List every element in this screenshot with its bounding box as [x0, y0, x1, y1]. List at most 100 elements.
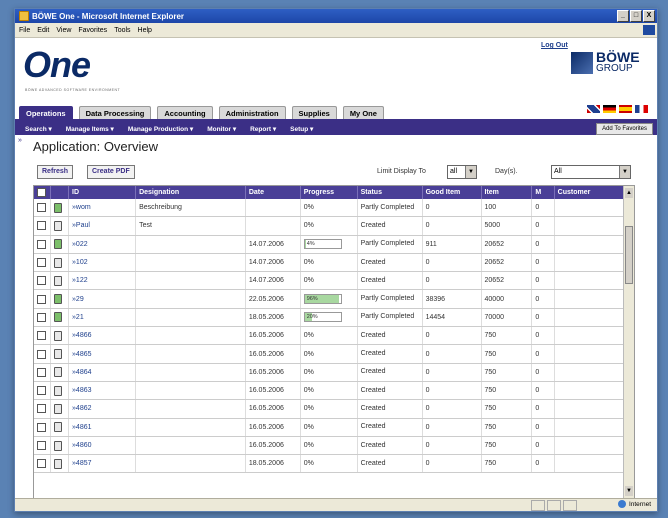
- trash-icon[interactable]: [53, 422, 62, 433]
- row-checkbox[interactable]: [37, 441, 46, 450]
- progress-header[interactable]: Progress: [300, 186, 358, 199]
- trash-icon[interactable]: [53, 458, 62, 469]
- row-select-cell[interactable]: [34, 436, 51, 456]
- row-checkbox[interactable]: [37, 203, 46, 213]
- trash-icon[interactable]: [53, 220, 62, 231]
- good-item-header[interactable]: Good Item: [422, 186, 482, 199]
- row-select-cell[interactable]: [34, 363, 51, 382]
- menu-file[interactable]: File: [19, 27, 30, 34]
- row-checkbox[interactable]: [37, 459, 46, 469]
- table-row[interactable]: »4857 18.05.2006 0% Created 0 750 0: [34, 454, 634, 474]
- table-row[interactable]: »4862 16.05.2006 0% Created 0 750 0: [34, 399, 634, 419]
- row-select-cell[interactable]: [34, 344, 51, 364]
- table-row[interactable]: »4860 16.05.2006 0% Created 0 750 0: [34, 436, 634, 456]
- tab-administration[interactable]: Administration: [218, 106, 286, 119]
- select-all-header[interactable]: ✓: [34, 186, 51, 199]
- logout-link[interactable]: Log Out: [541, 42, 568, 49]
- trash-icon[interactable]: [53, 330, 62, 341]
- id-cell[interactable]: »4865: [68, 344, 137, 364]
- subnav-manage-production[interactable]: Manage Production ▾: [128, 125, 193, 133]
- menu-favorites[interactable]: Favorites: [78, 27, 107, 34]
- row-select-cell[interactable]: [34, 253, 51, 273]
- table-row[interactable]: »29 22.05.2006 96% Partly Completed 38396 400…: [34, 289, 634, 309]
- row-checkbox[interactable]: [37, 239, 46, 249]
- table-row[interactable]: »4866 16.05.2006 0% Created 0 750 0: [34, 326, 634, 346]
- trash-icon[interactable]: [53, 239, 62, 250]
- trash-icon[interactable]: [53, 403, 62, 414]
- row-select-cell[interactable]: [34, 216, 51, 236]
- scroll-up-icon[interactable]: ▲: [625, 188, 633, 198]
- refresh-button[interactable]: Refresh: [37, 165, 74, 179]
- trash-icon[interactable]: [53, 440, 62, 451]
- row-checkbox[interactable]: [37, 294, 46, 304]
- subnav-setup[interactable]: Setup ▾: [290, 125, 313, 133]
- menu-help[interactable]: Help: [138, 27, 152, 34]
- row-select-cell[interactable]: [34, 399, 51, 419]
- table-row[interactable]: »4861 16.05.2006 0% Created 0 750 0: [34, 418, 634, 437]
- row-checkbox[interactable]: [37, 221, 46, 231]
- m-header[interactable]: M: [531, 186, 555, 199]
- select-all-checkbox[interactable]: ✓: [37, 188, 46, 197]
- table-row[interactable]: »102 14.07.2006 0% Created 0 20652 0: [34, 253, 634, 273]
- minimize-button[interactable]: _: [617, 10, 629, 22]
- id-cell[interactable]: »022: [68, 235, 137, 254]
- id-header[interactable]: ID: [68, 186, 137, 199]
- id-cell[interactable]: »21: [68, 308, 137, 328]
- trash-icon[interactable]: [53, 294, 62, 305]
- vertical-scrollbar[interactable]: ▲ ▼: [623, 186, 634, 498]
- subnav-report[interactable]: Report ▾: [250, 125, 276, 133]
- row-select-cell[interactable]: [34, 381, 51, 401]
- row-checkbox[interactable]: [37, 331, 46, 341]
- trash-icon[interactable]: [53, 202, 62, 213]
- row-select-cell[interactable]: [34, 289, 51, 309]
- add-to-favorites-button[interactable]: Add To Favorites: [596, 123, 653, 135]
- date-header[interactable]: Date: [245, 186, 301, 199]
- menu-view[interactable]: View: [56, 27, 71, 34]
- row-select-cell[interactable]: [34, 271, 51, 291]
- germany-flag-icon[interactable]: [603, 105, 616, 113]
- table-row[interactable]: »4863 16.05.2006 0% Created 0 750 0: [34, 381, 634, 401]
- id-cell[interactable]: »4863: [68, 381, 137, 401]
- subnav-monitor[interactable]: Monitor ▾: [207, 125, 236, 133]
- trash-icon[interactable]: [53, 275, 62, 286]
- row-checkbox[interactable]: [37, 312, 46, 322]
- menu-tools[interactable]: Tools: [114, 27, 130, 34]
- id-cell[interactable]: »4862: [68, 399, 137, 419]
- subnav-manage-items[interactable]: Manage Items ▾: [66, 125, 114, 133]
- limit-select[interactable]: all ▼: [447, 165, 477, 179]
- trash-icon[interactable]: [53, 312, 62, 323]
- table-row[interactable]: »122 14.07.2006 0% Created 0 20652 0: [34, 271, 634, 291]
- trash-icon[interactable]: [53, 367, 62, 378]
- tab-operations[interactable]: Operations: [19, 106, 73, 119]
- france-flag-icon[interactable]: [635, 105, 648, 113]
- table-row[interactable]: »022 14.07.2006 4% Partly Completed 911 20652…: [34, 235, 634, 254]
- designation-header[interactable]: Designation: [135, 186, 246, 199]
- id-cell[interactable]: »102: [68, 253, 137, 273]
- id-cell[interactable]: »4860: [68, 436, 137, 456]
- tab-my-one[interactable]: My One: [342, 106, 384, 119]
- row-select-cell[interactable]: [34, 235, 51, 254]
- create-pdf-button[interactable]: Create PDF: [87, 165, 135, 179]
- tab-data-processing[interactable]: Data Processing: [78, 106, 152, 119]
- filter-select[interactable]: All ▼: [551, 165, 631, 179]
- row-select-cell[interactable]: [34, 326, 51, 346]
- trash-icon[interactable]: [53, 349, 62, 360]
- id-cell[interactable]: »Paul: [68, 216, 137, 236]
- id-cell[interactable]: »4866: [68, 326, 137, 346]
- row-select-cell[interactable]: [34, 418, 51, 437]
- id-cell[interactable]: »4864: [68, 363, 137, 382]
- uk-flag-icon[interactable]: [587, 105, 600, 113]
- table-row[interactable]: »wom Beschreibung 0% Partly Completed 0 100 0: [34, 199, 634, 218]
- row-checkbox[interactable]: [37, 422, 46, 432]
- row-checkbox[interactable]: [37, 258, 46, 268]
- id-cell[interactable]: »122: [68, 271, 137, 291]
- row-select-cell[interactable]: [34, 199, 51, 218]
- trash-icon[interactable]: [53, 385, 62, 396]
- scroll-down-icon[interactable]: ▼: [625, 486, 633, 496]
- row-checkbox[interactable]: [37, 349, 46, 359]
- row-checkbox[interactable]: [37, 404, 46, 414]
- maximize-button[interactable]: □: [630, 10, 642, 22]
- tab-accounting[interactable]: Accounting: [157, 106, 213, 119]
- close-button[interactable]: X: [643, 10, 655, 22]
- status-header[interactable]: Status: [357, 186, 423, 199]
